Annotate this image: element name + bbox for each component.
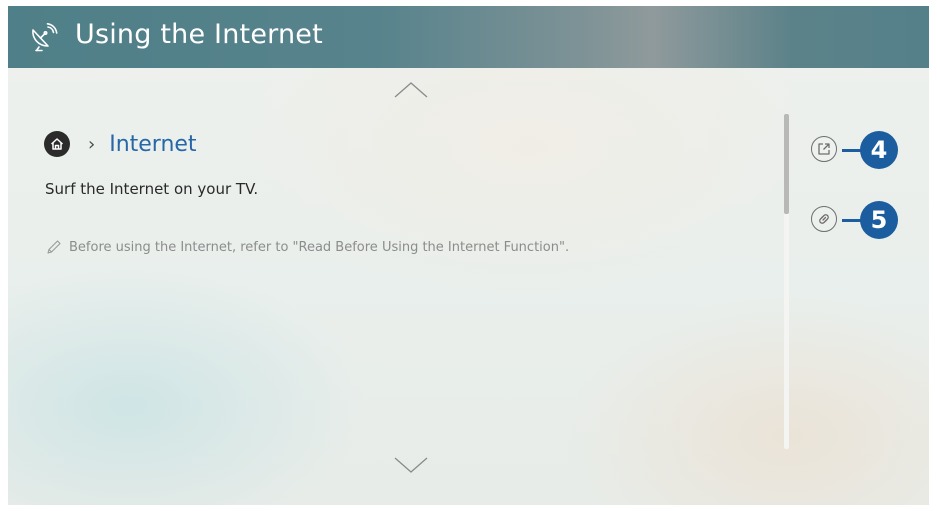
external-link-icon (818, 143, 830, 155)
satellite-icon (32, 23, 58, 52)
callout-badge-4: 4 (860, 131, 898, 169)
page-title: Using the Internet (75, 19, 323, 50)
pencil-icon (47, 240, 61, 254)
breadcrumb: › Internet (44, 129, 197, 159)
breadcrumb-item-internet[interactable]: Internet (109, 132, 196, 157)
link-icon (819, 214, 829, 224)
page-header: Using the Internet (8, 6, 929, 68)
chevron-up-icon[interactable] (393, 81, 429, 99)
breadcrumb-separator: › (88, 133, 96, 155)
related-link-button[interactable] (811, 206, 837, 232)
house-glyph (50, 138, 64, 150)
chevron-down-icon[interactable] (393, 456, 429, 474)
note: Before using the Internet, refer to "Rea… (46, 239, 569, 255)
home-icon[interactable] (44, 131, 70, 157)
callout-badge-5: 5 (860, 201, 898, 239)
e-manual-page: Using the Internet › Internet Surf the I… (8, 6, 929, 505)
description-text: Surf the Internet on your TV. (45, 180, 259, 198)
open-in-browser-button[interactable] (811, 136, 837, 162)
note-text: Before using the Internet, refer to "Rea… (69, 239, 570, 255)
scrollbar-thumb[interactable] (784, 114, 789, 214)
